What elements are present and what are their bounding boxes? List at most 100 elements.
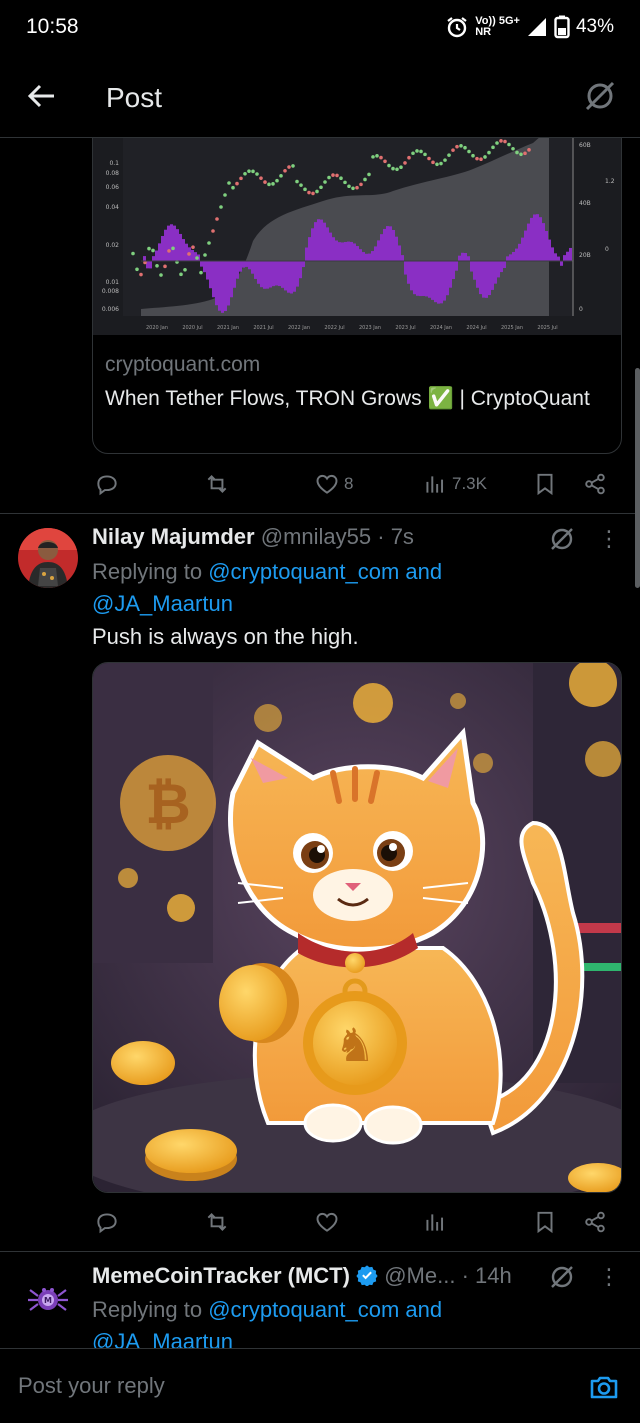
chart-point <box>395 167 399 172</box>
chart-bar <box>443 261 446 301</box>
chart-bar <box>347 241 350 261</box>
chart-point <box>503 139 507 144</box>
like-button[interactable]: 8 <box>314 466 353 502</box>
chart-point <box>203 253 207 257</box>
repost-button[interactable] <box>204 1204 230 1240</box>
reply-button[interactable] <box>94 466 120 502</box>
chart-point <box>447 153 451 157</box>
tweet-media-image[interactable]: ₿ ♞ <box>92 662 622 1193</box>
tweet-header: Nilay Majumder @mnilay55 · 7s <box>92 524 414 550</box>
chart-tick-label: 2025 Jul <box>537 325 557 331</box>
chart-bar <box>569 247 572 261</box>
chart-point <box>411 151 415 156</box>
chart-bar <box>329 232 332 261</box>
avatar[interactable] <box>18 528 78 588</box>
more-options-icon[interactable]: ⋮ <box>598 526 620 556</box>
chart-bar <box>338 242 341 261</box>
repost-icon <box>207 475 227 493</box>
chart-point <box>519 152 523 157</box>
chart-bar <box>230 261 233 298</box>
chart-point <box>231 185 235 190</box>
chart-point <box>239 176 243 181</box>
chart-bar <box>554 253 557 261</box>
chart-bar <box>500 261 503 273</box>
chart-point <box>147 246 151 251</box>
mention-link[interactable]: @cryptoquant_com <box>208 1297 399 1322</box>
replying-to: Replying to @cryptoquant_com and @JA_Maa… <box>92 559 443 616</box>
chart-point <box>459 144 463 148</box>
chart-point <box>491 145 495 150</box>
user-handle[interactable]: @mnilay55 <box>261 524 371 549</box>
chart-tick-label: 0 <box>605 246 609 253</box>
chart-bar <box>521 237 524 261</box>
chart-point <box>187 252 191 256</box>
chart-point <box>151 248 155 253</box>
chart-bar <box>152 256 155 261</box>
chart-tick-label: 2021 Jul <box>253 325 273 331</box>
camera-icon[interactable] <box>588 1371 620 1403</box>
chart-bar <box>332 237 335 261</box>
chart-tick-label: 0.08 <box>106 170 120 177</box>
scrollbar[interactable] <box>635 368 640 588</box>
reply-composer <box>0 1348 640 1423</box>
share-button[interactable] <box>582 1204 608 1240</box>
link-preview-card[interactable]: 0.1 0.08 0.06 0.04 0.02 0.01 0.008 0.006 60B 40B… <box>92 120 622 454</box>
avatar[interactable]: M <box>20 1270 76 1326</box>
display-name[interactable]: Nilay Majumder <box>92 524 255 549</box>
chart-bar <box>272 261 275 287</box>
chart-point <box>227 181 231 185</box>
chart-point <box>375 154 379 158</box>
share-button[interactable] <box>582 466 608 502</box>
grok-icon[interactable] <box>548 1263 576 1291</box>
grok-icon[interactable] <box>548 525 576 553</box>
link-preview-image: 0.1 0.08 0.06 0.04 0.02 0.01 0.008 0.006 60B 40B… <box>93 121 621 335</box>
chart-point <box>327 175 331 180</box>
chart-tick-label: 2025 Jan <box>501 325 523 331</box>
mention-link[interactable]: @cryptoquant_com <box>208 559 399 584</box>
like-button[interactable] <box>314 1204 340 1240</box>
chart-bar <box>416 261 419 296</box>
mention-link[interactable]: @JA_Maartun <box>92 591 233 616</box>
views-button[interactable]: 7.3K <box>422 466 487 502</box>
chart-bar <box>290 261 293 294</box>
signal-icon <box>527 18 546 36</box>
more-options-icon[interactable]: ⋮ <box>598 1264 620 1294</box>
bookmark-button[interactable] <box>532 1204 558 1240</box>
chart-bar <box>158 243 161 261</box>
display-name[interactable]: MemeCoinTracker (MCT) <box>92 1263 350 1288</box>
chart-bar <box>308 237 311 261</box>
post-action-bar: 8 7.3K <box>92 466 612 502</box>
chart-bar <box>503 261 506 268</box>
chart-bar <box>362 252 365 261</box>
views-button[interactable] <box>422 1204 448 1240</box>
chart-point <box>475 156 479 161</box>
bookmark-button[interactable] <box>532 466 558 502</box>
chart-bar <box>548 239 551 261</box>
repost-button[interactable] <box>204 466 230 502</box>
chart-point <box>515 150 519 155</box>
views-icon <box>426 476 444 493</box>
chart-bar <box>200 261 203 267</box>
grok-icon[interactable] <box>582 78 618 114</box>
views-icon <box>426 1214 444 1231</box>
chart-bar <box>419 261 422 297</box>
chart-tick-label: 0.02 <box>106 242 120 249</box>
chart-bar <box>461 252 464 261</box>
user-handle[interactable]: @Me... <box>384 1263 455 1288</box>
chart-bar <box>143 256 146 261</box>
chart-bar <box>539 217 542 261</box>
chart-bar <box>557 256 560 261</box>
chart-bar <box>164 229 167 261</box>
chart-bar <box>479 261 482 295</box>
back-arrow-icon[interactable] <box>24 78 60 114</box>
chart-point <box>247 169 251 173</box>
chart-point <box>283 168 287 173</box>
chart-point <box>243 171 247 176</box>
chart-bar <box>320 219 323 261</box>
reply-button[interactable] <box>94 1204 120 1240</box>
page-title: Post <box>106 82 163 113</box>
chart-bar <box>473 261 476 280</box>
reply-input[interactable] <box>18 1373 538 1399</box>
chart-point <box>439 161 443 166</box>
chart-point <box>311 191 315 196</box>
